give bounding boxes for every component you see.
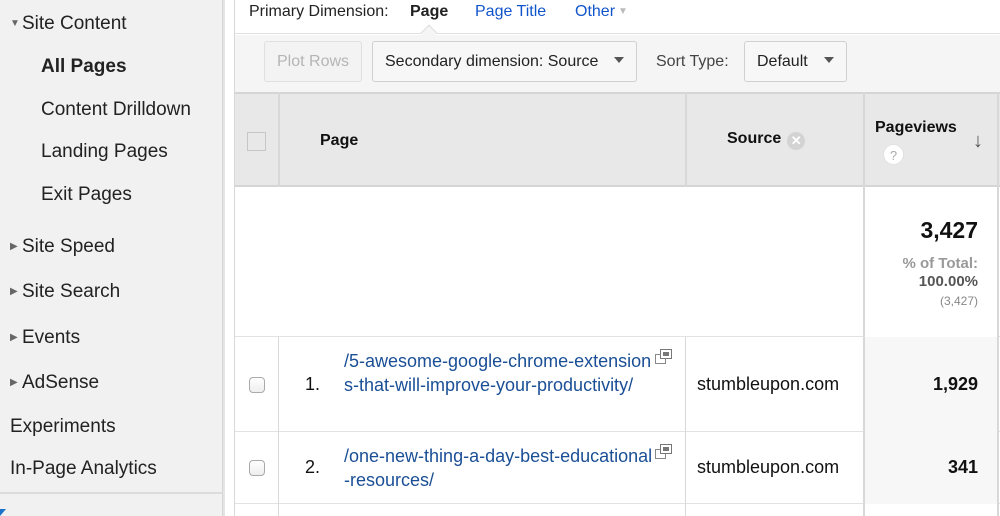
- primary-dimension-page[interactable]: Page: [410, 3, 448, 21]
- row-page-link[interactable]: /5-awesome-google-chrome-extensions-that…: [344, 349, 654, 397]
- row-checkbox[interactable]: [249, 377, 265, 393]
- report-panel: Primary Dimension: Page Page Title Other…: [234, 0, 1000, 516]
- row-number: 1.: [305, 374, 321, 394]
- row-source: stumbleupon.com: [697, 457, 840, 477]
- primary-dimension-other-dropdown[interactable]: Other ▼: [575, 3, 628, 21]
- column-divider: [685, 337, 686, 516]
- sidebar-edge: [223, 0, 225, 516]
- row-pageviews-cell: 341: [865, 432, 998, 504]
- column-divider: [278, 337, 279, 516]
- column-divider: [863, 92, 865, 516]
- sidebar-item-exit-pages[interactable]: Exit Pages: [41, 184, 132, 206]
- totals-pageviews-cell: 3,427 % of Total: 100.00% (3,427): [865, 187, 998, 337]
- row-number: 2.: [305, 457, 321, 477]
- sidebar-item-content-drilldown[interactable]: Content Drilldown: [41, 99, 191, 121]
- primary-dimension-page-title-link[interactable]: Page Title: [475, 3, 546, 21]
- open-external-icon[interactable]: [655, 349, 673, 365]
- column-divider: [997, 92, 999, 516]
- plot-rows-button[interactable]: Plot Rows: [264, 41, 363, 82]
- chevron-down-icon: [614, 57, 625, 63]
- row-pageviews-cell: 1,929: [865, 337, 998, 432]
- remove-dimension-icon[interactable]: ✕: [787, 132, 806, 150]
- sort-type-label: Sort Type:: [656, 53, 729, 70]
- chevron-down-icon: [823, 57, 834, 63]
- totals-pct-label: % of Total:: [902, 255, 978, 272]
- secondary-dimension-dropdown[interactable]: Secondary dimension: Source: [372, 41, 638, 82]
- sidebar-item-in-page-analytics[interactable]: In-Page Analytics: [10, 458, 157, 480]
- totals-pct-value: 100.00%: [918, 273, 978, 290]
- collapsed-caret-icon: ▶: [10, 332, 18, 343]
- row-source: stumbleupon.com: [697, 374, 840, 394]
- column-header-source[interactable]: Source ✕: [727, 130, 806, 150]
- sidebar-section-adsense[interactable]: ▶ AdSense: [10, 372, 99, 394]
- row-pageviews: 341: [947, 457, 978, 477]
- totals-abs-value: (3,427): [939, 294, 978, 308]
- row-checkbox[interactable]: [249, 460, 265, 476]
- sidebar-item-landing-pages[interactable]: Landing Pages: [41, 141, 168, 163]
- column-divider: [278, 92, 280, 187]
- primary-dimension-label: Primary Dimension:: [249, 3, 389, 20]
- collapsed-caret-icon: ▶: [10, 286, 18, 297]
- totals-row: 3,427 % of Total: 100.00% (3,427): [235, 187, 1000, 337]
- collapsed-caret-icon: ▶: [10, 241, 18, 252]
- collapsed-caret-icon: ▶: [10, 377, 18, 388]
- select-all-checkbox[interactable]: [247, 132, 266, 151]
- sort-descending-icon[interactable]: ↓: [973, 130, 983, 153]
- corner-marker-icon: [0, 509, 6, 516]
- sidebar-item-experiments[interactable]: Experiments: [10, 416, 116, 438]
- primary-dimension-bar: Primary Dimension: Page Page Title Other…: [235, 0, 1000, 34]
- sidebar: ▼ Site Content All Pages Content Drilldow…: [0, 0, 223, 516]
- table-row: 2. /one-new-thing-a-day-best-educational…: [235, 432, 1000, 504]
- row-pageviews: 1,929: [932, 374, 978, 394]
- sidebar-section-site-content[interactable]: ▼ Site Content: [10, 13, 127, 35]
- totals-value: 3,427: [920, 217, 978, 243]
- column-header-pageviews[interactable]: Pageviews: [875, 119, 957, 137]
- expanded-caret-icon: ▼: [10, 18, 20, 29]
- column-divider: [685, 92, 687, 187]
- row-page-link[interactable]: /one-new-thing-a-day-best-educational-re…: [344, 444, 654, 492]
- sidebar-section-site-search[interactable]: ▶ Site Search: [10, 281, 120, 303]
- sidebar-section-site-speed[interactable]: ▶ Site Speed: [10, 236, 115, 258]
- sidebar-section-events[interactable]: ▶ Events: [10, 327, 80, 349]
- help-icon[interactable]: ?: [883, 144, 904, 165]
- sidebar-item-all-pages[interactable]: All Pages: [41, 56, 127, 78]
- table-header: Page Source ✕ Pageviews ? ↓: [235, 92, 1000, 187]
- sort-type-dropdown[interactable]: Default: [744, 41, 847, 82]
- column-header-page[interactable]: Page: [320, 132, 358, 150]
- sidebar-divider: [0, 492, 223, 494]
- open-external-icon[interactable]: [655, 444, 673, 460]
- table-toolbar: Plot Rows Secondary dimension: Source So…: [235, 35, 1000, 92]
- table-row: 1. /5-awesome-google-chrome-extensions-t…: [235, 337, 1000, 432]
- chevron-down-icon: ▼: [618, 6, 628, 17]
